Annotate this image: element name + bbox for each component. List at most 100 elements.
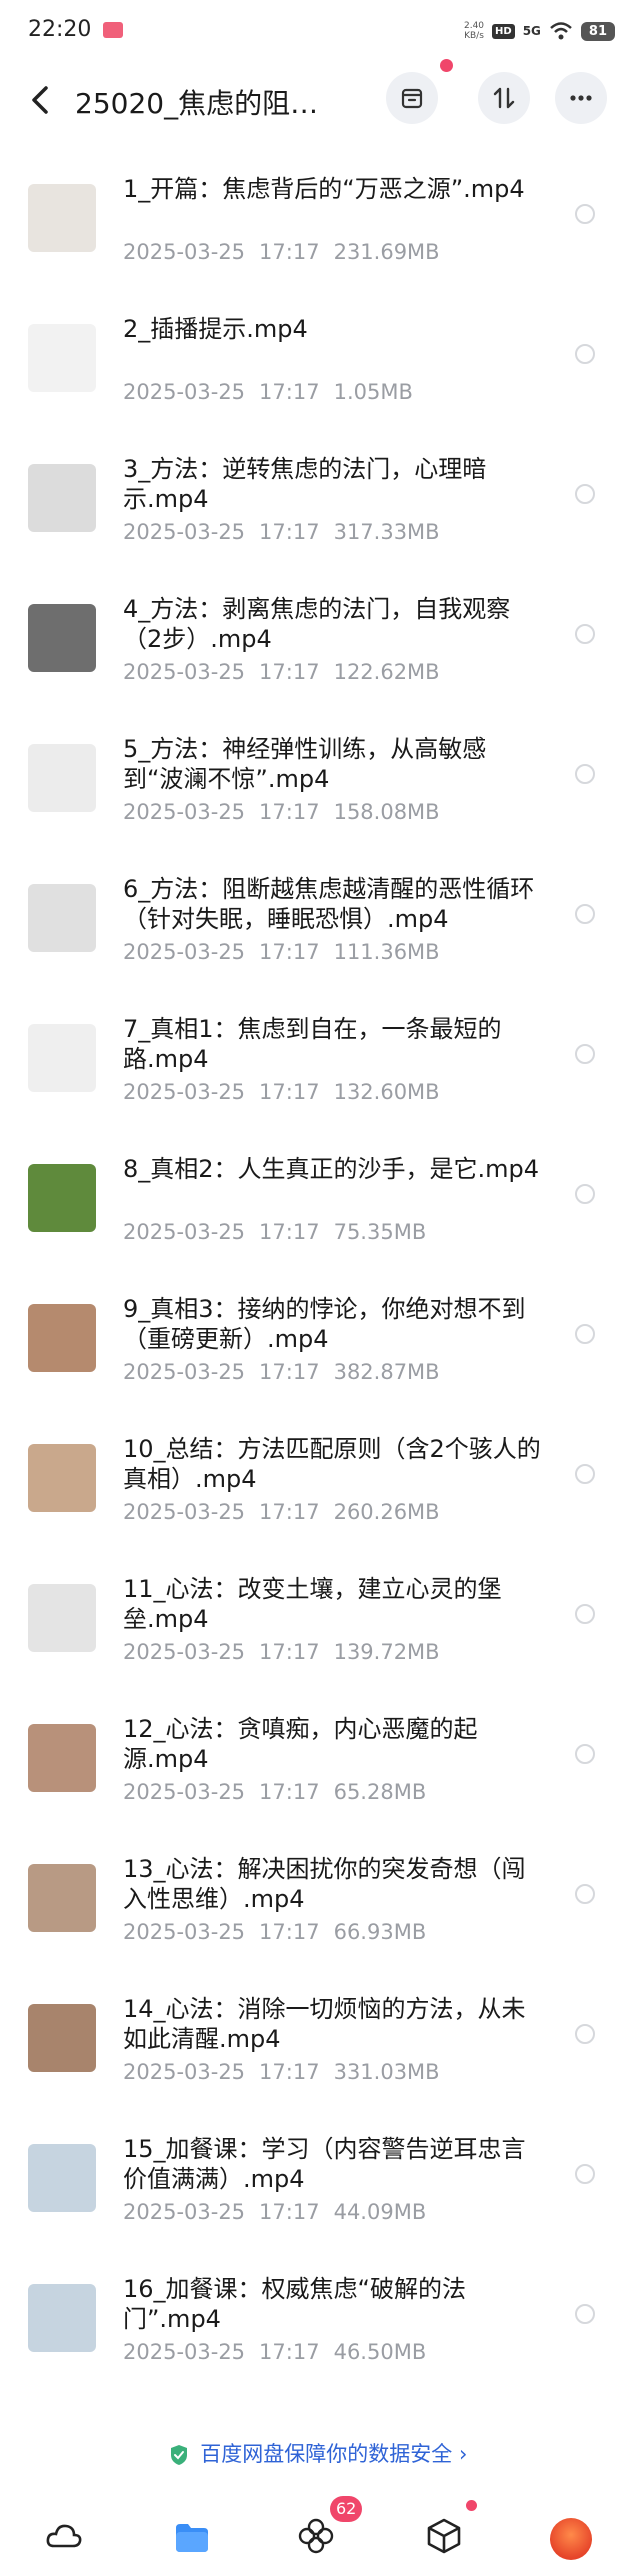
select-radio[interactable]: [575, 1044, 595, 1064]
sort-button[interactable]: [478, 72, 530, 124]
file-row[interactable]: 12_心法：贪嗔痴，内心恶魔的起源.mp4 2025-03-25 17:17 65.2…: [0, 1700, 635, 1840]
file-date: 2025-03-25: [123, 1640, 246, 1664]
select-radio[interactable]: [575, 1184, 595, 1204]
video-thumbnail: [28, 1864, 96, 1932]
back-button[interactable]: [22, 80, 62, 120]
file-row[interactable]: 3_方法：逆转焦虑的法门，心理暗示.mp4 2025-03-25 17:17 317.…: [0, 440, 635, 580]
select-radio[interactable]: [575, 204, 595, 224]
file-size: 111.36MB: [333, 940, 440, 964]
file-name: 3_方法：逆转焦虑的法门，心理暗示.mp4: [123, 455, 487, 513]
select-radio[interactable]: [575, 2304, 595, 2324]
file-name: 9_真相3：接纳的悖论，你绝对想不到（重磅更新）.mp4: [123, 1295, 526, 1353]
file-meta: 2025-03-25 17:17 111.36MB: [123, 940, 454, 964]
video-thumbnail: [28, 1164, 96, 1232]
video-thumbnail: [28, 1444, 96, 1512]
file-time: 17:17: [259, 380, 320, 404]
select-radio[interactable]: [575, 764, 595, 784]
sort-icon: [493, 87, 515, 109]
file-time: 17:17: [259, 1920, 320, 1944]
select-radio[interactable]: [575, 1744, 595, 1764]
file-time: 17:17: [259, 1500, 320, 1524]
file-row[interactable]: 11_心法：改变土壤，建立心灵的堡垒.mp4 2025-03-25 17:17 139…: [0, 1560, 635, 1700]
select-radio[interactable]: [575, 624, 595, 644]
file-row[interactable]: 2_插播提示.mp4 2025-03-25 17:17 1.05MB: [0, 300, 635, 440]
select-radio[interactable]: [575, 344, 595, 364]
select-radio[interactable]: [575, 904, 595, 924]
file-date: 2025-03-25: [123, 2200, 246, 2224]
status-indicators: 2.40 KB/s HD 5G 81: [464, 18, 615, 44]
file-row[interactable]: 8_真相2：人生真正的沙手，是它.mp4 2025-03-25 17:17 75.35…: [0, 1140, 635, 1280]
file-row[interactable]: 4_方法：剥离焦虑的法门，自我观察（2步）.mp4 2025-03-25 17:17…: [0, 580, 635, 720]
file-row[interactable]: 15_加餐课：学习（内容警告逆耳忠言价值满满）.mp4 2025-03-25 17:…: [0, 2120, 635, 2260]
file-name: 2_插播提示.mp4: [123, 315, 308, 343]
select-radio[interactable]: [575, 1464, 595, 1484]
file-name: 7_真相1：焦虑到自在，一条最短的路.mp4: [123, 1015, 502, 1073]
select-radio[interactable]: [575, 1324, 595, 1344]
file-row[interactable]: 10_总结：方法匹配原则（含2个骇人的真相）.mp4 2025-03-25 17:1…: [0, 1420, 635, 1560]
more-options-button[interactable]: [555, 72, 607, 124]
file-size: 46.50MB: [333, 2340, 427, 2364]
file-meta: 2025-03-25 17:17 139.72MB: [123, 1640, 454, 1664]
file-time: 17:17: [259, 2200, 320, 2224]
file-meta: 2025-03-25 17:17 122.62MB: [123, 660, 454, 684]
file-date: 2025-03-25: [123, 1500, 246, 1524]
tab-discover[interactable]: [296, 2516, 336, 2556]
file-row[interactable]: 9_真相3：接纳的悖论，你绝对想不到（重磅更新）.mp4 2025-03-25 17…: [0, 1280, 635, 1420]
file-row[interactable]: 5_方法：神经弹性训练，从高敏感到“波澜不惊”.mp4 2025-03-25 17:…: [0, 720, 635, 860]
file-name: 12_心法：贪嗔痴，内心恶魔的起源.mp4: [123, 1715, 478, 1773]
file-row[interactable]: 13_心法：解决困扰你的突发奇想（闯入性思维）.mp4 2025-03-25 17:…: [0, 1840, 635, 1980]
bottom-tab-bar: [0, 2502, 635, 2560]
file-size: 1.05MB: [333, 380, 413, 404]
file-date: 2025-03-25: [123, 1780, 246, 1804]
file-size: 317.33MB: [333, 520, 440, 544]
video-thumbnail: [28, 2004, 96, 2072]
file-size: 158.08MB: [333, 800, 440, 824]
tab-files[interactable]: [172, 2516, 212, 2556]
file-size: 231.69MB: [333, 240, 440, 264]
file-size: 44.09MB: [333, 2200, 427, 2224]
file-time: 17:17: [259, 520, 320, 544]
folder-icon: [176, 2524, 208, 2552]
video-thumbnail: [28, 2284, 96, 2352]
select-radio[interactable]: [575, 1884, 595, 1904]
file-time: 17:17: [259, 240, 320, 264]
avatar[interactable]: [550, 2518, 592, 2560]
file-name: 13_心法：解决困扰你的突发奇想（闯入性思维）.mp4: [123, 1855, 526, 1913]
file-name: 8_真相2：人生真正的沙手，是它.mp4: [123, 1155, 540, 1183]
shield-check-icon: [170, 2445, 187, 2465]
file-date: 2025-03-25: [123, 1220, 246, 1244]
archive-button[interactable]: [386, 72, 438, 124]
file-date: 2025-03-25: [123, 940, 246, 964]
file-size: 139.72MB: [333, 1640, 440, 1664]
select-radio[interactable]: [575, 2164, 595, 2184]
file-time: 17:17: [259, 800, 320, 824]
tab-box[interactable]: [424, 2516, 464, 2556]
archive-icon: [401, 88, 423, 109]
select-radio[interactable]: [575, 1604, 595, 1624]
file-row[interactable]: 6_方法：阻断越焦虑越清醒的恶性循环（针对失眠，睡眠恐惧）.mp4 2025-03…: [0, 860, 635, 1000]
file-time: 17:17: [259, 1220, 320, 1244]
file-time: 17:17: [259, 2060, 320, 2084]
data-safety-link[interactable]: 百度网盘保障你的数据安全 ›: [0, 2438, 635, 2478]
file-row[interactable]: 7_真相1：焦虑到自在，一条最短的路.mp4 2025-03-25 17:17 132…: [0, 1000, 635, 1140]
select-radio[interactable]: [575, 2024, 595, 2044]
select-radio[interactable]: [575, 484, 595, 504]
file-date: 2025-03-25: [123, 2340, 246, 2364]
chevron-left-icon: [32, 86, 48, 114]
file-meta: 2025-03-25 17:17 158.08MB: [123, 800, 454, 824]
video-thumbnail: [28, 604, 96, 672]
file-size: 65.28MB: [333, 1780, 427, 1804]
file-time: 17:17: [259, 1780, 320, 1804]
tab-unread-dot: [466, 2500, 477, 2511]
file-row[interactable]: 1_开篇：焦虑背后的“万恶之源”.mp4 2025-03-25 17:17 231.6…: [0, 160, 635, 300]
video-thumbnail: [28, 2144, 96, 2212]
tab-home[interactable]: [44, 2516, 84, 2556]
file-date: 2025-03-25: [123, 1360, 246, 1384]
file-row[interactable]: 16_加餐课：权威焦虑“破解的法门”.mp4 2025-03-25 17:17 46.…: [0, 2260, 635, 2400]
network-speed: 2.40 KB/s: [464, 21, 484, 41]
file-meta: 2025-03-25 17:17 317.33MB: [123, 520, 454, 544]
file-row[interactable]: 14_心法：消除一切烦恼的方法，从未如此清醒.mp4 2025-03-25 17:1…: [0, 1980, 635, 2120]
video-thumbnail: [28, 1584, 96, 1652]
file-meta: 2025-03-25 17:17 66.93MB: [123, 1920, 440, 1944]
file-date: 2025-03-25: [123, 1920, 246, 1944]
